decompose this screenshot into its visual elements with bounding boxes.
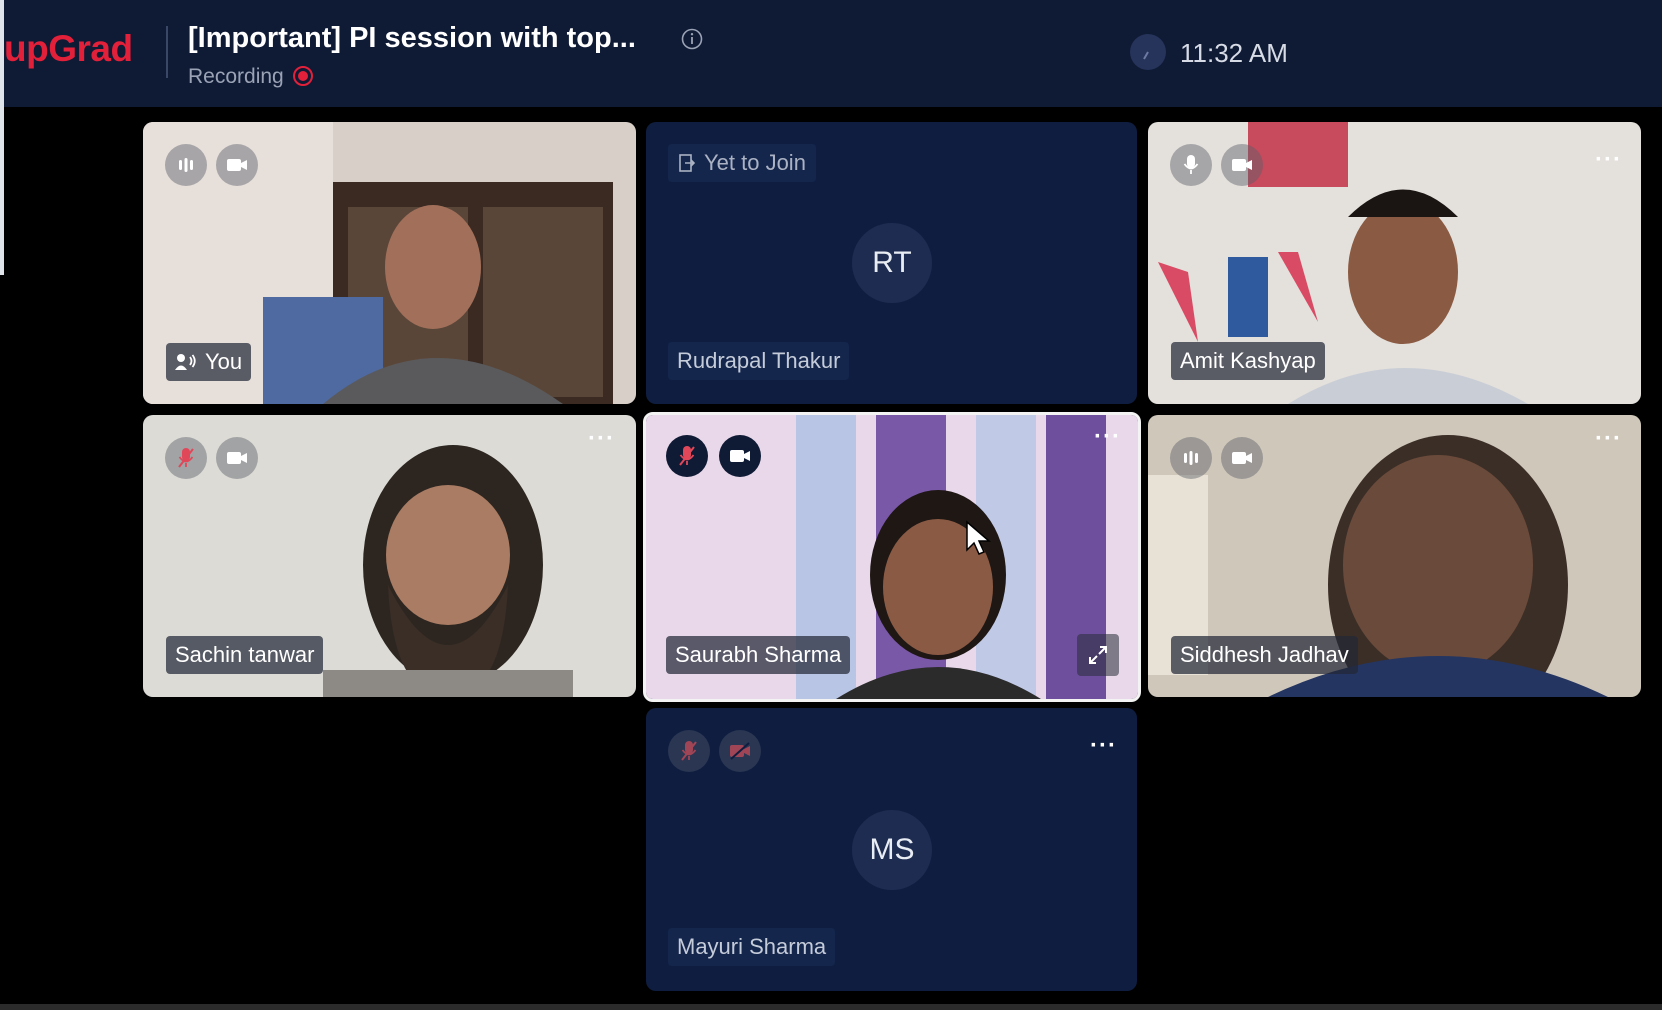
avatar: RT: [852, 223, 932, 303]
more-options-icon[interactable]: ···: [1090, 734, 1122, 758]
participant-name-badge: Mayuri Sharma: [668, 928, 836, 966]
join-status-badge: Yet to Join: [668, 144, 816, 182]
door-exit-icon: [679, 154, 696, 172]
participant-name-badge: Sachin tanwar: [166, 636, 324, 674]
clock-time: 11:32 AM: [1180, 38, 1288, 68]
more-options-icon[interactable]: ···: [588, 427, 620, 451]
info-icon[interactable]: [681, 28, 703, 50]
join-status-text: Yet to Join: [704, 150, 806, 175]
more-options-icon[interactable]: ···: [1094, 425, 1126, 449]
bottom-edge: [0, 1004, 1662, 1010]
camera-off-icon[interactable]: [719, 730, 761, 772]
clock-icon: [1130, 34, 1166, 70]
participant-tile-sachin-tanwar[interactable]: ··· Sachin tanwar: [143, 415, 636, 697]
mic-muted-icon[interactable]: [666, 435, 708, 477]
avatar: MS: [852, 810, 932, 890]
camera-icon[interactable]: [1221, 437, 1263, 479]
camera-icon[interactable]: [216, 437, 258, 479]
participant-name: You: [205, 349, 243, 374]
mic-icon[interactable]: [1170, 144, 1212, 186]
more-options-icon[interactable]: ···: [1595, 427, 1627, 451]
participant-tile-amit-kashyap[interactable]: ··· Amit Kashyap: [1148, 122, 1641, 404]
camera-icon[interactable]: [1221, 144, 1263, 186]
more-options-icon[interactable]: ···: [1595, 148, 1627, 172]
participant-tile-you[interactable]: You: [143, 122, 636, 404]
recording-status: Recording: [188, 65, 284, 88]
participant-tile-siddhesh-jadhav[interactable]: ··· Siddhesh Jadhav: [1148, 415, 1641, 697]
participant-name-badge: Amit Kashyap: [1171, 342, 1325, 380]
recording-indicator-icon: [292, 65, 314, 87]
participant-tile-saurabh-sharma[interactable]: ··· Saurabh Sharma: [643, 412, 1141, 702]
header-divider: [166, 26, 168, 78]
participant-name-badge: You: [166, 343, 252, 381]
participant-tile-mayuri-sharma[interactable]: ··· MS Mayuri Sharma: [646, 708, 1137, 991]
mic-speaking-icon[interactable]: [1170, 437, 1212, 479]
upgrad-logo: upGrad: [4, 28, 133, 69]
speaker-icon: [175, 354, 196, 370]
camera-icon[interactable]: [719, 435, 761, 477]
participant-name-badge: Siddhesh Jadhav: [1171, 636, 1358, 674]
participant-name-badge: Rudrapal Thakur: [668, 342, 850, 380]
mic-speaking-icon[interactable]: [165, 144, 207, 186]
expand-icon[interactable]: [1077, 634, 1119, 676]
camera-icon[interactable]: [216, 144, 258, 186]
participant-tile-rudrapal-thakur[interactable]: Yet to Join RT Rudrapal Thakur: [646, 122, 1137, 404]
participant-name-badge: Saurabh Sharma: [666, 636, 851, 674]
mouse-cursor-icon: [966, 520, 991, 555]
meeting-title: [Important] PI session with top...: [188, 22, 636, 54]
mic-muted-icon[interactable]: [668, 730, 710, 772]
mic-muted-icon[interactable]: [165, 437, 207, 479]
